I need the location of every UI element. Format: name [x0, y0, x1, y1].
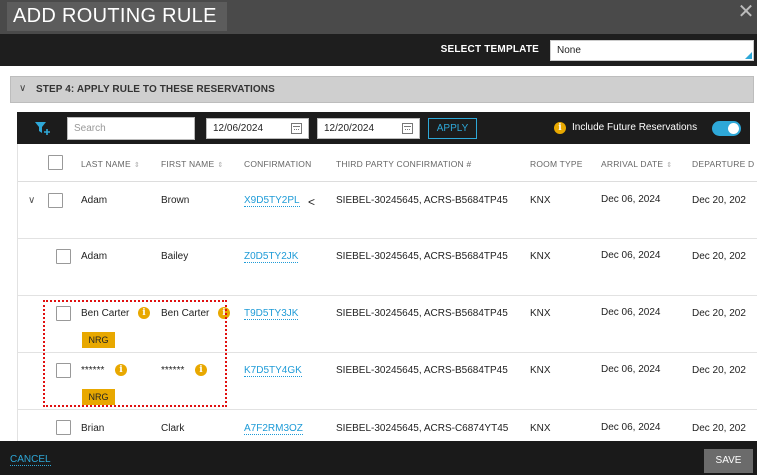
template-select[interactable]: None: [550, 40, 754, 61]
cell-departure: Dec 20, 202: [692, 423, 746, 434]
cell-first-name: Bailey: [161, 251, 189, 262]
table-row[interactable]: Adam Bailey Z0D5TY2JK SIEBEL-30245645, A…: [18, 239, 757, 296]
cell-third-party: SIEBEL-30245645, ACRS-B5684TP45: [336, 308, 508, 319]
calendar-icon[interactable]: [402, 123, 413, 134]
cell-confirmation-link[interactable]: X9D5TY2PL: [244, 195, 300, 207]
row-checkbox[interactable]: [56, 249, 71, 264]
col-arrival[interactable]: ARRIVAL DATE ⇕: [601, 159, 672, 169]
row-checkbox[interactable]: [56, 420, 71, 435]
dialog-title: ADD ROUTING RULE: [7, 2, 227, 31]
row-checkbox[interactable]: [56, 306, 71, 321]
cell-room-type: KNX: [530, 423, 551, 434]
row-checkbox[interactable]: [48, 193, 63, 208]
sort-icon: ⇕: [666, 162, 673, 169]
cell-confirmation-link[interactable]: A7F2RM3OZ: [244, 423, 303, 435]
close-icon[interactable]: ✕: [737, 2, 755, 22]
cell-third-party: SIEBEL-30245645, ACRS-B5684TP45: [336, 195, 508, 206]
save-button[interactable]: SAVE: [704, 449, 753, 473]
chevron-down-icon: ∨: [19, 83, 27, 94]
info-icon[interactable]: i: [138, 307, 150, 319]
info-icon[interactable]: i: [218, 307, 230, 319]
start-date-value: 12/06/2024: [213, 123, 264, 134]
cell-departure: Dec 20, 202: [692, 251, 746, 262]
col-confirmation[interactable]: CONFIRMATION: [244, 159, 311, 169]
cell-first-name: Brown: [161, 195, 190, 206]
cell-confirmation-link[interactable]: T9D5TY3JK: [244, 308, 299, 320]
cell-arrival: Dec 06, 2024: [601, 307, 661, 318]
chevron-down-icon[interactable]: ∨: [28, 195, 35, 206]
share-icon[interactable]: <: [308, 195, 315, 209]
template-bar: SELECT TEMPLATE None: [0, 34, 757, 66]
col-room-type[interactable]: ROOM TYPE: [530, 159, 583, 169]
end-date-value: 12/20/2024: [324, 123, 375, 134]
cell-room-type: KNX: [530, 195, 551, 206]
cell-first-name: ******: [161, 365, 185, 376]
future-reservations-toggle[interactable]: [712, 121, 741, 136]
info-icon[interactable]: i: [195, 364, 207, 376]
col-arrival-label: ARRIVAL DATE: [601, 159, 664, 169]
calendar-icon[interactable]: [291, 123, 302, 134]
grid-toolbar: Search 12/06/2024 12/20/2024 APPLY i Inc…: [17, 112, 750, 144]
filter-plus-icon[interactable]: [34, 120, 50, 136]
dialog-content: ∨ STEP 4: APPLY RULE TO THESE RESERVATIO…: [0, 66, 757, 441]
cell-departure: Dec 20, 202: [692, 308, 746, 319]
cell-arrival: Dec 06, 2024: [601, 364, 661, 375]
cell-room-type: KNX: [530, 251, 551, 262]
step-header[interactable]: ∨ STEP 4: APPLY RULE TO THESE RESERVATIO…: [10, 76, 754, 103]
cell-third-party: SIEBEL-30245645, ACRS-C6874YT45: [336, 423, 509, 434]
search-input[interactable]: Search: [67, 117, 195, 140]
cell-third-party: SIEBEL-30245645, ACRS-B5684TP45: [336, 251, 508, 262]
nrg-badge: NRG: [82, 332, 115, 348]
end-date-input[interactable]: 12/20/2024: [317, 118, 420, 139]
cell-first-name: Ben Carter: [161, 308, 210, 319]
table-row[interactable]: Brian Clark A7F2RM3OZ SIEBEL-30245645, A…: [18, 410, 757, 441]
title-bar: ADD ROUTING RULE ✕: [0, 0, 757, 34]
cell-room-type: KNX: [530, 308, 551, 319]
cell-last-name: Brian: [81, 423, 105, 434]
cell-first-name: Clark: [161, 423, 185, 434]
info-icon[interactable]: i: [554, 122, 566, 134]
nrg-badge: NRG: [82, 389, 115, 405]
row-checkbox[interactable]: [56, 363, 71, 378]
col-last-name[interactable]: LAST NAME ⇕: [81, 159, 140, 169]
apply-button[interactable]: APPLY: [428, 118, 477, 139]
cell-last-name: Adam: [81, 251, 108, 262]
reservations-grid: LAST NAME ⇕ FIRST NAME ⇕ CONFIRMATION THIR…: [17, 144, 757, 441]
template-value: None: [557, 45, 581, 56]
grid-header: LAST NAME ⇕ FIRST NAME ⇕ CONFIRMATION THIR…: [18, 144, 757, 182]
cell-arrival: Dec 06, 2024: [601, 194, 661, 205]
table-row[interactable]: Ben Carter i Ben Carter i NRG T9D5TY3JK …: [18, 296, 757, 353]
cell-room-type: KNX: [530, 365, 551, 376]
cell-last-name: Ben Carter: [81, 308, 130, 319]
cell-last-name: ******: [81, 365, 105, 376]
col-third-party[interactable]: THIRD PARTY CONFIRMATION #: [336, 159, 471, 169]
dialog-footer: CANCEL SAVE: [0, 441, 757, 475]
cell-last-name: Adam: [81, 195, 108, 206]
cancel-button[interactable]: CANCEL: [10, 454, 51, 466]
cell-departure: Dec 20, 202: [692, 195, 746, 206]
col-departure[interactable]: DEPARTURE D: [692, 159, 754, 169]
cell-third-party: SIEBEL-30245645, ACRS-B5684TP45: [336, 365, 508, 376]
select-all-checkbox[interactable]: [48, 155, 63, 170]
cell-arrival: Dec 06, 2024: [601, 250, 661, 261]
table-row[interactable]: ∨ Adam Brown X9D5TY2PL < SIEBEL-30245645…: [18, 182, 757, 239]
sort-icon: ⇕: [217, 162, 224, 169]
cell-confirmation-link[interactable]: K7D5TY4GK: [244, 365, 302, 377]
col-last-name-label: LAST NAME: [81, 159, 131, 169]
cell-confirmation-link[interactable]: Z0D5TY2JK: [244, 251, 299, 263]
col-first-name-label: FIRST NAME: [161, 159, 215, 169]
table-row[interactable]: ****** i ****** i NRG K7D5TY4GK SIEBEL-3…: [18, 353, 757, 410]
cell-departure: Dec 20, 202: [692, 365, 746, 376]
template-label: SELECT TEMPLATE: [440, 44, 539, 55]
col-first-name[interactable]: FIRST NAME ⇕: [161, 159, 223, 169]
cell-arrival: Dec 06, 2024: [601, 422, 661, 433]
future-reservations-label: Include Future Reservations: [572, 122, 698, 133]
start-date-input[interactable]: 12/06/2024: [206, 118, 309, 139]
sort-icon: ⇕: [133, 162, 140, 169]
step-label: STEP 4: APPLY RULE TO THESE RESERVATIONS: [36, 84, 275, 95]
info-icon[interactable]: i: [115, 364, 127, 376]
select-corner-icon: [745, 52, 752, 59]
search-placeholder: Search: [74, 123, 106, 134]
